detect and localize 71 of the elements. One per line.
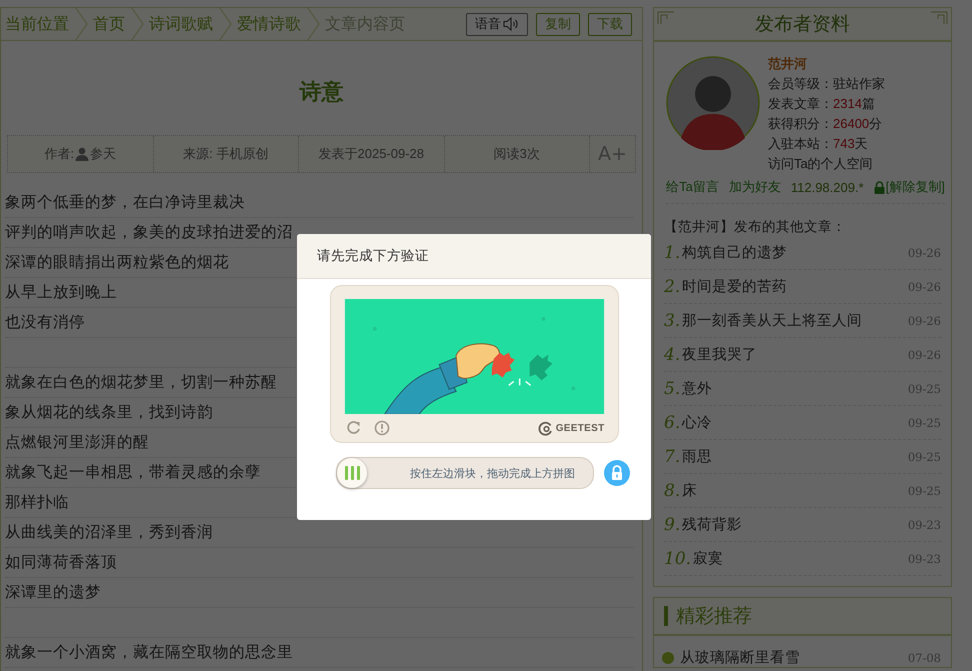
list-number: 2.	[664, 276, 680, 296]
article-link[interactable]: 那一刻香美从天上将至人间	[682, 311, 862, 330]
breadcrumb-link[interactable]: 当前位置	[1, 14, 75, 34]
person-icon	[75, 147, 90, 161]
bullet-icon	[662, 652, 674, 664]
article-link[interactable]: 构筑自己的遗梦	[682, 243, 788, 262]
list-number: 9.	[664, 514, 680, 534]
article-link[interactable]: 床	[682, 481, 698, 500]
article-link[interactable]: 雨思	[682, 447, 712, 466]
publisher-name: 范井河	[768, 55, 808, 73]
article-link[interactable]: 残荷背影	[682, 515, 742, 534]
info-icon[interactable]	[374, 420, 390, 436]
stat-label: 发表文章：	[768, 95, 833, 113]
article-link[interactable]: 寂寞	[693, 549, 724, 568]
lock-icon	[604, 460, 630, 486]
member-level: 会员等级：驻站作家	[768, 75, 885, 93]
stat-label: 入驻本站：	[768, 135, 833, 153]
ip-address: 112.98.209.*	[790, 178, 864, 196]
meta-text: 阅读3次	[494, 145, 540, 163]
article-link[interactable]: 意外	[682, 379, 712, 398]
refresh-icon[interactable]	[346, 420, 362, 436]
author-name: 参天	[90, 145, 116, 163]
list-number: 4.	[664, 344, 680, 364]
meta-text: 来源: 手机原创	[183, 145, 268, 163]
corner-ornament-icon	[657, 11, 675, 25]
stat-value: 2314	[833, 95, 862, 113]
section-title: 【范井河】发布的其他文章：	[664, 218, 847, 236]
breadcrumb-link[interactable]: 诗词歌赋	[145, 14, 219, 34]
stat-unit: 天	[854, 135, 868, 153]
stat-value: 26400	[833, 115, 870, 133]
stat-unit: 篇	[862, 95, 875, 113]
dialog-title: 请先完成下方验证	[317, 247, 429, 265]
meta-text: 发表于2025-09-28	[318, 145, 424, 163]
lock-icon	[874, 180, 885, 194]
profile-action-link[interactable]: 加为好友	[728, 178, 781, 196]
poem-line: 如同薄荷香落顶	[5, 548, 634, 578]
stat-label: 获得积分：	[768, 115, 833, 133]
article-title: 诗意	[298, 78, 344, 106]
poem-line: 深谭里的遗梦	[5, 578, 634, 608]
avatar-icon	[666, 56, 760, 150]
toolbar-button[interactable]: 复制	[536, 12, 580, 36]
list-number: 10.	[664, 548, 692, 568]
poem-line: 就象一个小酒窝，藏在隔空取物的思念里	[5, 638, 634, 668]
speech-button[interactable]: 语音	[466, 12, 528, 36]
list-number: 3.	[664, 310, 680, 330]
breadcrumb-link[interactable]: 首页	[89, 14, 131, 34]
panel-title: 精彩推荐	[676, 605, 752, 629]
author-label: 作者:	[44, 145, 74, 163]
article-link[interactable]: 从玻璃隔断里看雪	[680, 648, 800, 667]
list-number: 5.	[664, 378, 680, 398]
brand-logo-icon	[538, 420, 553, 436]
speaker-icon	[503, 17, 519, 31]
stat-unit: 分	[869, 115, 882, 133]
poem-line: 象两个低垂的梦，在白净诗里裁决	[5, 188, 634, 218]
list-number: 1.	[664, 242, 680, 262]
corner-ornament-icon	[930, 11, 948, 25]
list-number: 8.	[664, 480, 680, 500]
slider-hint: 按住左边滑块，拖动完成上方拼图	[410, 466, 575, 480]
article-link[interactable]: 心冷	[682, 413, 712, 432]
article-link[interactable]: 夜里我哭了	[682, 345, 758, 364]
stat-value: 743	[833, 135, 855, 153]
profile-link[interactable]: 访问Ta的个人空间	[768, 154, 885, 174]
toolbar-button[interactable]: 下载	[588, 12, 632, 36]
list-number: 6.	[664, 412, 680, 432]
article-link[interactable]: 时间是爱的苦药	[682, 277, 788, 296]
slider-knob[interactable]	[337, 458, 367, 488]
breadcrumb-link[interactable]: 爱情诗歌	[233, 14, 307, 34]
list-number: 7.	[664, 446, 680, 466]
panel-title: 发布者资料	[755, 13, 850, 37]
profile-action-link[interactable]: 给Ta留言	[666, 178, 719, 196]
unlock-copy-link[interactable]: [解除复制]	[886, 178, 945, 196]
